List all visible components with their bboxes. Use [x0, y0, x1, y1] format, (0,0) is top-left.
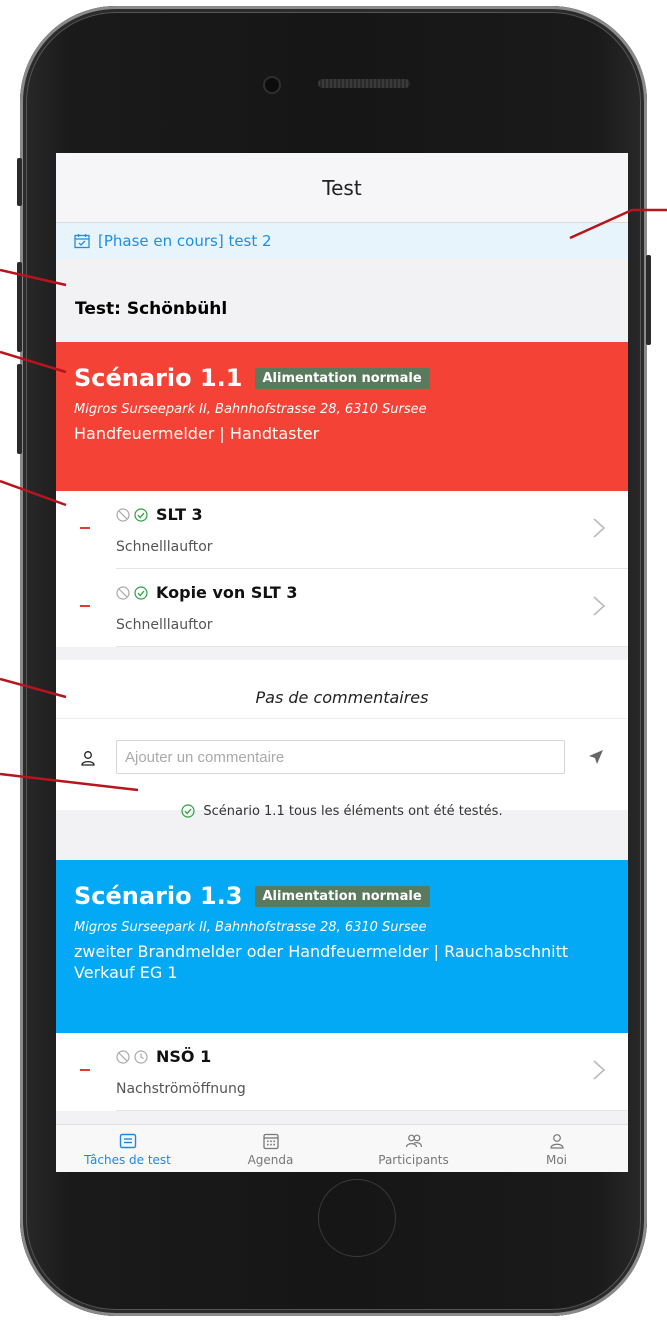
tab-participants[interactable]: Participants [342, 1125, 485, 1172]
check-circle-icon [181, 804, 195, 818]
scenario-description: Handfeuermelder | Handtaster [74, 424, 320, 443]
nav-bar: Test [56, 153, 628, 223]
chevron-right-icon [593, 596, 606, 616]
item-name: SLT 3 [156, 505, 203, 524]
list-item[interactable]: SLT 3 Schnelllauftor [80, 491, 628, 569]
scenario-item-list: SLT 3 Schnelllauftor Kopie von SLT 3 Sch… [56, 491, 628, 647]
scenario-header: Scénario 1.3 Alimentation normale Migros… [56, 860, 628, 1033]
tab-test-tasks[interactable]: Tâches de test [56, 1125, 199, 1172]
scenario-tag: Alimentation normale [254, 367, 430, 389]
front-camera [263, 76, 281, 94]
chevron-right-icon [593, 1060, 606, 1080]
send-icon[interactable] [588, 749, 604, 765]
check-circle-icon [134, 507, 148, 522]
remove-icon[interactable] [80, 1069, 90, 1071]
scenario-title: Scénario 1.1 [74, 364, 243, 392]
mute-switch [17, 158, 22, 206]
remove-icon[interactable] [80, 605, 90, 607]
chevron-right-icon [593, 518, 606, 538]
calendar-check-icon [74, 234, 90, 249]
clock-icon [134, 1049, 148, 1064]
list-item[interactable]: Kopie von SLT 3 Schnelllauftor [80, 569, 628, 647]
test-status-text: Scénario 1.1 tous les éléments ont été t… [203, 803, 503, 819]
tab-label: Tâches de test [84, 1152, 171, 1167]
item-subtitle: Schnelllauftor [116, 539, 213, 555]
item-name: Kopie von SLT 3 [156, 583, 298, 602]
tab-agenda[interactable]: Agenda [199, 1125, 342, 1172]
user-icon [81, 751, 95, 766]
tab-label: Participants [378, 1152, 449, 1167]
participants-icon [405, 1134, 422, 1147]
disabled-icon [116, 585, 130, 600]
user-icon [549, 1133, 564, 1149]
no-comments-label: Pas de commentaires [56, 678, 628, 719]
remove-icon[interactable] [80, 527, 90, 529]
scenario-address: Migros Surseepark II, Bahnhofstrasse 28,… [74, 402, 427, 417]
item-name: NSÖ 1 [156, 1047, 212, 1066]
scenario-description: zweiter Brandmelder oder Handfeuermelder… [74, 942, 569, 982]
phase-banner[interactable]: [Phase en cours] test 2 [56, 223, 628, 259]
test-title: Test: Schönbühl [75, 299, 228, 319]
scenario-tag: Alimentation normale [254, 885, 430, 907]
tab-bar: Tâches de test Agenda Participants Moi [56, 1124, 628, 1172]
app-screen: Test [Phase en cours] test 2 Test: Schön… [56, 153, 628, 1172]
phase-label: [Phase en cours] test 2 [98, 232, 272, 250]
check-circle-icon [134, 585, 148, 600]
home-button[interactable] [318, 1179, 396, 1257]
item-subtitle: Nachströmöffnung [116, 1081, 246, 1097]
scenario-title: Scénario 1.3 [74, 882, 243, 910]
disabled-icon [116, 1049, 130, 1064]
scenario-item-list: NSÖ 1 Nachströmöffnung [56, 1033, 628, 1111]
comments-section: Pas de commentaires [56, 660, 628, 810]
page-title: Test [322, 175, 362, 200]
list-item[interactable]: NSÖ 1 Nachströmöffnung [80, 1033, 628, 1111]
tab-me[interactable]: Moi [485, 1125, 628, 1172]
power-button [646, 255, 651, 345]
calendar-icon [262, 1133, 279, 1149]
scenario-header: Scénario 1.1 Alimentation normale Migros… [56, 342, 628, 491]
volume-up-button [17, 262, 22, 352]
tab-label: Moi [545, 1152, 568, 1167]
item-subtitle: Schnelllauftor [116, 617, 213, 633]
disabled-icon [116, 507, 130, 522]
volume-down-button [17, 364, 22, 454]
test-status: Scénario 1.1 tous les éléments ont été t… [56, 793, 628, 829]
comment-input[interactable] [116, 740, 565, 774]
scenario-address: Migros Surseepark II, Bahnhofstrasse 28,… [74, 920, 427, 935]
tab-label: Agenda [247, 1152, 294, 1167]
earpiece-speaker [318, 79, 410, 88]
tasks-icon [119, 1133, 136, 1148]
